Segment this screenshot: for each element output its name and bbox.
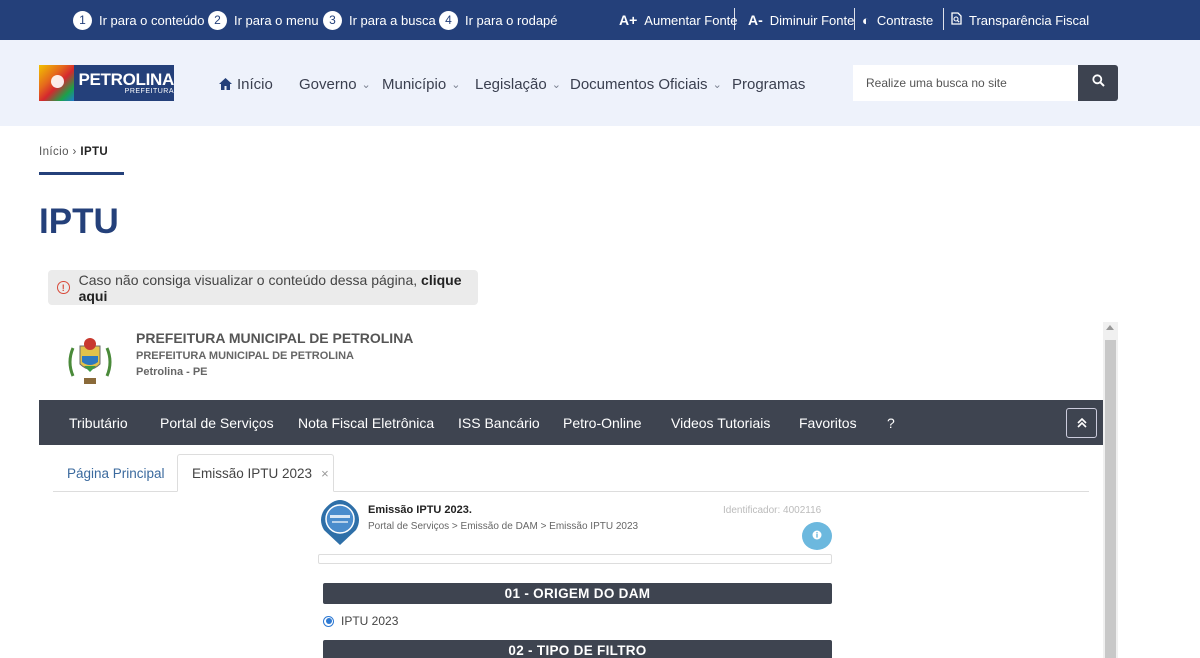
nav-label: Município: [382, 76, 447, 93]
info-icon: [812, 529, 822, 543]
search-input[interactable]: [853, 65, 1078, 101]
home-icon: [219, 77, 232, 93]
number-badge: 3: [323, 10, 342, 30]
org-subtitle: PREFEITURA MUNICIPAL DE PETROLINA: [136, 350, 354, 362]
chevron-down-icon: ⌄: [361, 79, 371, 91]
number-badge: 4: [439, 10, 458, 30]
logo-subtitle: PREFEITURA: [124, 88, 174, 95]
alert-text: Caso não consiga visualizar o conteúdo d…: [78, 271, 418, 288]
tab-pagina-principal[interactable]: Página Principal: [53, 454, 179, 492]
skip-to-footer-link[interactable]: 4 Ir para o rodapé: [439, 0, 558, 40]
document-search-icon: [951, 12, 962, 28]
nav-label: Início: [237, 76, 273, 93]
skip-link-label: Ir para o rodapé: [465, 12, 558, 28]
contrast-label: Contraste: [876, 12, 934, 28]
nav-documentos-oficiais[interactable]: Documentos Oficiais ⌄: [570, 76, 722, 93]
collapse-nav-button[interactable]: [1066, 408, 1097, 438]
breadcrumb-separator-icon: ›: [72, 146, 77, 158]
org-city: Petrolina - PE: [136, 366, 208, 378]
skip-to-menu-link[interactable]: 2 Ir para o menu: [208, 0, 319, 40]
org-title: PREFEITURA MUNICIPAL DE PETROLINA: [136, 330, 414, 346]
service-nav-iss-bancario[interactable]: ISS Bancário: [458, 400, 540, 445]
info-circle-icon: !: [57, 281, 70, 294]
breadcrumb-home-link[interactable]: Início: [39, 146, 69, 158]
transparency-label: Transparência Fiscal: [969, 12, 1090, 28]
scroll-thumb[interactable]: [1105, 340, 1116, 658]
coat-of-arms-icon: [65, 334, 115, 388]
scroll-up-arrow-icon[interactable]: [1106, 325, 1114, 330]
radio-button[interactable]: [323, 615, 334, 627]
chevron-down-icon: ⌄: [451, 79, 461, 91]
number-badge: 2: [208, 10, 227, 30]
increase-font-button[interactable]: A+ Aumentar Fonte: [619, 0, 738, 40]
nav-governo[interactable]: Governo ⌄: [299, 76, 371, 93]
contrast-icon: ◐: [862, 12, 870, 28]
service-badge-icon: [318, 500, 362, 546]
service-nav-petro-online[interactable]: Petro-Online: [563, 400, 642, 445]
tab-emissao-iptu-2023[interactable]: Emissão IPTU 2023 ×: [177, 454, 334, 492]
chevron-down-icon: ⌄: [551, 79, 561, 91]
progress-bar: [318, 554, 832, 564]
frame-scrollbar[interactable]: [1103, 322, 1118, 658]
search-button[interactable]: [1078, 65, 1118, 101]
service-nav-help[interactable]: ?: [887, 400, 895, 445]
service-nav-tributario[interactable]: Tributário: [69, 400, 128, 445]
font-decrease-icon: A-: [748, 12, 763, 28]
nav-label: Governo: [299, 76, 357, 93]
transparency-link[interactable]: Transparência Fiscal: [951, 0, 1089, 40]
skip-link-label: Ir para a busca: [349, 12, 436, 28]
logo-wordmark: PETROLINA PREFEITURA: [78, 71, 174, 95]
divider: [734, 8, 735, 30]
service-nav-bar: Tributário Portal de Serviços Nota Fisca…: [39, 400, 1103, 445]
origin-option-iptu-2023[interactable]: IPTU 2023: [323, 614, 398, 628]
service-nav-videos-tutoriais[interactable]: Videos Tutoriais: [671, 400, 770, 445]
service-nav-favoritos[interactable]: Favoritos: [799, 400, 857, 445]
number-badge: 1: [73, 10, 92, 30]
search-icon: [1091, 74, 1105, 92]
section-tipo-filtro: 02 - TIPO DE FILTRO: [323, 640, 832, 658]
service-path: Portal de Serviços > Emissão de DAM > Em…: [368, 521, 639, 532]
content-alert: ! Caso não consiga visualizar o conteúdo…: [48, 270, 478, 305]
service-nav-portal-servicos[interactable]: Portal de Serviços: [160, 400, 274, 445]
breadcrumb: Início › IPTU: [39, 146, 108, 158]
accessibility-bar: 1 Ir para o conteúdo 2 Ir para o menu 3 …: [0, 0, 1200, 40]
logo-emblem-icon: [39, 65, 75, 101]
breadcrumb-current: IPTU: [80, 146, 109, 158]
breadcrumb-underline: [39, 172, 124, 175]
skip-link-label: Ir para o conteúdo: [99, 12, 205, 28]
nav-inicio[interactable]: Início: [219, 76, 273, 93]
nav-legislacao[interactable]: Legislação ⌄: [475, 76, 561, 93]
logo-name: PETROLINA: [78, 70, 174, 89]
embedded-frame: PREFEITURA MUNICIPAL DE PETROLINA PREFEI…: [39, 322, 1118, 658]
nav-label: Documentos Oficiais: [570, 76, 708, 93]
site-header: PETROLINA PREFEITURA Início Governo ⌄ Mu…: [0, 40, 1200, 126]
info-button[interactable]: [802, 522, 832, 550]
skip-link-label: Ir para o menu: [234, 12, 319, 28]
service-identifier: Identificador: 4002116: [723, 505, 822, 516]
radio-label: IPTU 2023: [341, 614, 399, 628]
divider: [943, 8, 944, 30]
tab-label: Emissão IPTU 2023: [192, 465, 313, 481]
service-title: Emissão IPTU 2023.: [368, 504, 472, 516]
petrolina-logo[interactable]: PETROLINA PREFEITURA: [39, 65, 174, 101]
nav-label: Legislação: [475, 76, 547, 93]
font-increase-icon: A+: [619, 12, 638, 28]
tab-label: Página Principal: [67, 465, 165, 481]
section-origem-dam: 01 - ORIGEM DO DAM: [323, 583, 832, 604]
double-chevron-up-icon: [1076, 416, 1087, 431]
decrease-font-button[interactable]: A- Diminuir Fonte: [748, 0, 854, 40]
increase-font-label: Aumentar Fonte: [644, 12, 738, 28]
contrast-button[interactable]: ◐ Contraste: [862, 0, 933, 40]
nav-programas[interactable]: Programas: [732, 76, 805, 93]
nav-label: Programas: [732, 76, 806, 93]
chevron-down-icon: ⌄: [712, 79, 722, 91]
nav-municipio[interactable]: Município ⌄: [382, 76, 460, 93]
skip-to-content-link[interactable]: 1 Ir para o conteúdo: [73, 0, 205, 40]
decrease-font-label: Diminuir Fonte: [769, 12, 855, 28]
page-title: IPTU: [39, 202, 119, 241]
divider: [854, 8, 855, 30]
close-icon[interactable]: ×: [321, 466, 329, 481]
skip-to-search-link[interactable]: 3 Ir para a busca: [323, 0, 436, 40]
service-nav-nota-fiscal[interactable]: Nota Fiscal Eletrônica: [298, 400, 434, 445]
